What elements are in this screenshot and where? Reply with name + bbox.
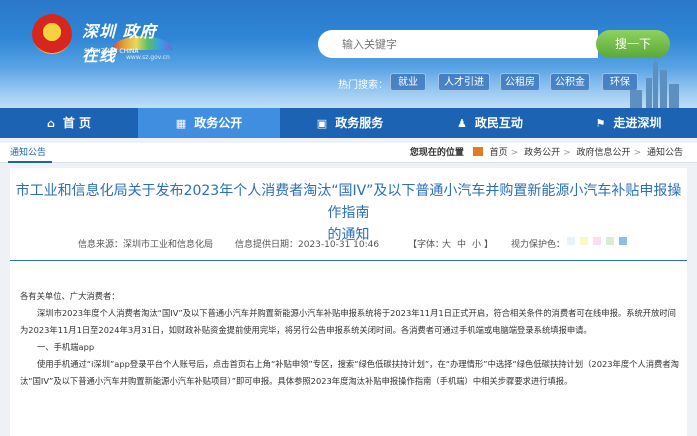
nav-label: 首 页 <box>62 116 92 130</box>
greeting: 各有关单位、广大消费者： <box>20 291 120 301</box>
nav-label: 政务服务 <box>335 116 384 130</box>
font-size-label: 【字体： <box>408 240 445 250</box>
national-emblem-icon <box>32 14 72 54</box>
main-nav: ⌂ 首 页 ▦ 政务公开 ▣ 政务服务 ♟ 政民互动 ⚑ 走进深圳 <box>0 108 697 138</box>
people-icon: ♟ <box>457 117 467 130</box>
site-logo[interactable]: 深圳 政府在线 SHENZHEN CHINA www.sz.gov.cn <box>82 18 172 65</box>
service-icon: ▣ <box>316 117 328 130</box>
grid-icon: ▦ <box>175 117 187 130</box>
home-icon: ⌂ <box>46 117 55 130</box>
article-body: 各有关单位、广大消费者： 深圳市2023年度个人消费者淘汰“国IV”及以下普通小… <box>20 288 684 390</box>
search-box <box>318 30 598 58</box>
font-size-medium[interactable]: 中 <box>457 237 466 250</box>
nav-label: 政民互动 <box>474 116 523 130</box>
font-size-small[interactable]: 小 <box>472 237 481 250</box>
hot-tag[interactable]: 人才引进 <box>438 73 490 91</box>
breadcrumb: 您现在的位置 首页 > 政务公开 > 政府信息公开 > 通知公告 <box>409 147 683 158</box>
paragraph: 使用手机通过“i深圳”app登录平台个人账号后，点击首页右上角“补贴申领”专区，… <box>20 359 679 386</box>
nav-label: 走进深圳 <box>613 116 662 130</box>
eye-color-swatch[interactable] <box>593 237 601 245</box>
article-title-line1: 市工业和信息化局关于发布2023年个人消费者淘汰“国IV”及以下普通小汽车并购置… <box>15 183 682 221</box>
font-size-close: 】 <box>484 240 494 250</box>
nav-item-home[interactable]: ⌂ 首 页 <box>0 108 138 138</box>
search-button[interactable]: 搜一下 <box>596 30 670 58</box>
logo-url: www.sz.gov.cn <box>126 54 170 61</box>
eye-color-swatch[interactable] <box>567 237 575 245</box>
location-label: 您现在的位置 <box>409 148 464 158</box>
nav-item-interaction[interactable]: ♟ 政民互动 <box>420 108 560 138</box>
eye-protect-label: 视力保护色： <box>511 240 566 250</box>
hot-search-label: 热门搜索： <box>338 80 388 91</box>
breadcrumb-link[interactable]: 首页 <box>490 148 508 158</box>
hot-tag[interactable]: 环保 <box>602 73 638 91</box>
eye-color-swatch[interactable] <box>619 237 627 245</box>
home-small-icon <box>472 147 483 156</box>
eye-color-swatch[interactable] <box>580 237 588 245</box>
flag-icon: ⚑ <box>595 117 606 130</box>
site-header: 深圳 政府在线 SHENZHEN CHINA www.sz.gov.cn 搜一下… <box>0 0 697 108</box>
breadcrumb-link[interactable]: 政务公开 <box>524 148 560 158</box>
section-heading: 一、手机端app <box>37 342 95 352</box>
hot-tag[interactable]: 公租房 <box>500 73 540 91</box>
article-card: 市工业和信息化局关于发布2023年个人消费者淘汰“国IV”及以下普通小汽车并购置… <box>10 168 687 436</box>
breadcrumb-bar: 通知公告 您现在的位置 首页 > 政务公开 > 政府信息公开 > 通知公告 <box>0 143 697 163</box>
nav-item-gov-services[interactable]: ▣ 政务服务 <box>280 108 420 138</box>
nav-label: 政务公开 <box>194 116 243 130</box>
eye-color-swatch[interactable] <box>606 237 614 245</box>
info-source: 信息来源：深圳市工业和信息化局 <box>78 240 214 250</box>
paragraph: 深圳市2023年度个人消费者淘汰“国IV”及以下普通小汽车并购置新能源小汽车补贴… <box>20 308 676 335</box>
info-date: 信息提供日期：2023-10-31 10:46 <box>235 240 380 250</box>
hot-tag[interactable]: 公积金 <box>550 73 590 91</box>
font-size-large[interactable]: 大 <box>442 237 451 250</box>
section-title: 通知公告 <box>7 143 53 163</box>
title-divider <box>10 260 687 261</box>
breadcrumb-link[interactable]: 通知公告 <box>647 148 683 158</box>
nav-item-about-shenzhen[interactable]: ⚑ 走进深圳 <box>560 108 697 138</box>
breadcrumb-link[interactable]: 政府信息公开 <box>577 148 631 158</box>
nav-item-gov-affairs[interactable]: ▦ 政务公开 <box>138 108 280 138</box>
search-input[interactable] <box>342 30 592 58</box>
hot-tag[interactable]: 就业 <box>390 73 426 91</box>
